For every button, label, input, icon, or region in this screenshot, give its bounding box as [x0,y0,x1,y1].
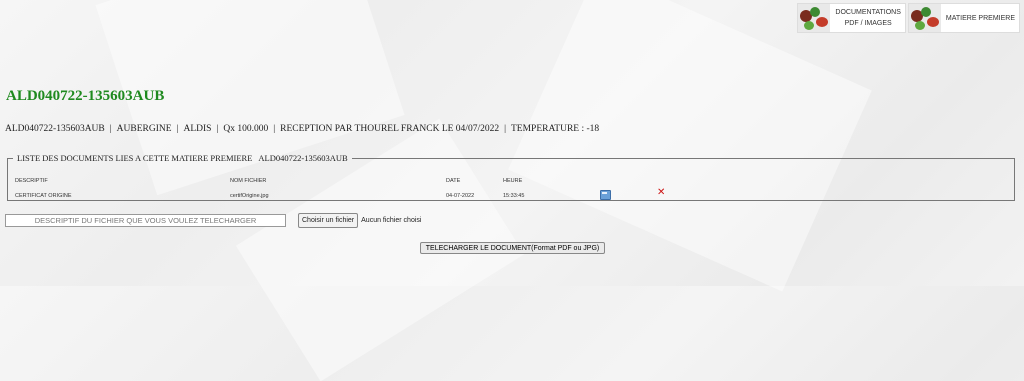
choose-file-button[interactable]: Choisir un fichier [298,213,359,228]
separator: | [176,124,179,134]
matiere-premiere-link-label: MATIERE PREMIERE [941,13,1015,24]
documentations-label-line1: DOCUMENTATIONS [835,9,901,16]
column-header-date: DATE [446,178,461,184]
lot-product: AUBERGINE [116,124,172,134]
vegetables-thumbnail-image [908,4,941,32]
document-file-name[interactable]: certifOrigine.jpg [230,193,269,199]
lot-info-line: ALD040722-135603AUB | AUBERGINE | ALDIS | Qx 1… [5,124,599,134]
matiere-premiere-link[interactable]: MATIERE PREMIERE [907,3,1020,33]
matiere-premiere-label: MATIERE PREMIERE [945,14,1015,22]
upload-row: Choisir un fichier Aucun fichier choisi [5,213,421,228]
document-date: 04-07-2022 [446,193,475,199]
document-time: 15:33:45 [503,193,525,199]
lot-ref: ALD040722-135603AUB [5,124,105,134]
separator: | [273,124,276,134]
lot-quantity: Qx 100.000 [223,124,269,134]
upload-document-button[interactable]: TELECHARGER LE DOCUMENT(Format PDF ou JP… [420,242,605,254]
delete-document-icon[interactable]: ✕ [657,188,665,198]
document-descriptif: CERTIFICAT ORIGINE [15,193,72,199]
documentations-link[interactable]: DOCUMENTATIONS PDF / IMAGES [797,3,906,33]
lot-reception: RECEPTION PAR THOUREL FRANCK LE 04/07/20… [280,124,500,134]
documentations-link-label: DOCUMENTATIONS PDF / IMAGES [830,7,900,29]
top-nav: DOCUMENTATIONS PDF / IMAGES MATIERE PREM… [797,3,1020,33]
file-description-input[interactable] [5,214,286,227]
documents-legend-title: LISTE DES DOCUMENTS LIES A CETTE MATIERE… [17,153,253,163]
documents-list: LISTE DES DOCUMENTS LIES A CETTE MATIERE… [7,153,1015,201]
documents-legend-ref: ALD040722-135603AUB [258,153,348,163]
separator: | [109,124,112,134]
edit-document-icon[interactable] [600,190,611,200]
column-header-heure: HEURE [503,178,523,184]
separator: | [216,124,219,134]
page-title: ALD040722-135603AUB [6,88,165,104]
documentations-label-line2: PDF / IMAGES [844,20,892,27]
column-header-nom-fichier: NOM FICHIER [230,178,267,184]
column-header-descriptif: DESCRIPTIF [15,178,48,184]
vegetables-thumbnail-image [798,4,831,32]
lot-supplier: ALDIS [183,124,212,134]
file-status-text: Aucun fichier choisi [361,217,422,224]
documents-legend: LISTE DES DOCUMENTS LIES A CETTE MATIERE… [13,153,352,163]
separator: | [504,124,506,134]
lot-temperature: TEMPERATURE : -18 [511,124,600,134]
